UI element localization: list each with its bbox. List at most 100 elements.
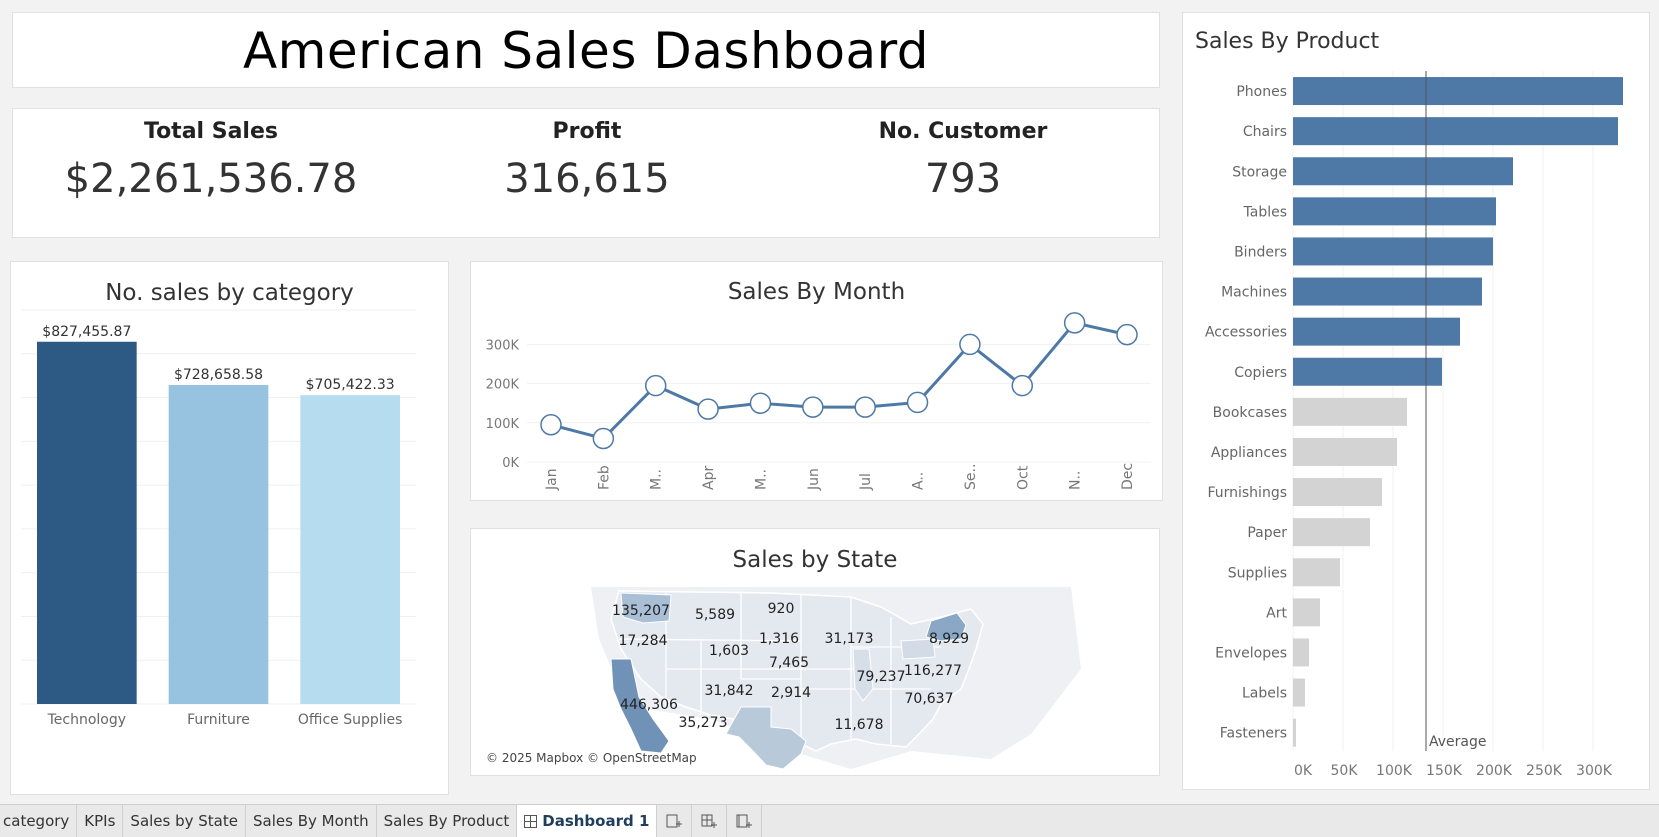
y-tick-label: 200K (486, 378, 520, 393)
state-value-label: 31,173 (825, 631, 874, 647)
product-bar[interactable] (1293, 237, 1493, 266)
product-bar[interactable] (1293, 518, 1370, 547)
state-value-label: 7,465 (769, 655, 809, 671)
month-point[interactable] (1011, 374, 1034, 397)
new-story-icon (736, 814, 753, 828)
tab-label: Sales by State (130, 812, 238, 830)
x-tick-label: 200K (1476, 763, 1513, 779)
category-chart[interactable]: $827,455.87 Technology $728,658.58 Furnitur… (11, 262, 448, 794)
state-value-label: 920 (768, 601, 795, 617)
tab-sales-by-state[interactable]: Sales by State (123, 805, 246, 837)
new-dashboard-button[interactable] (692, 805, 728, 837)
month-point[interactable] (749, 392, 772, 414)
product-bar[interactable] (1293, 678, 1305, 707)
month-point[interactable] (802, 396, 824, 418)
month-point[interactable] (906, 391, 929, 414)
tab-sales-by-product[interactable]: Sales By Product (377, 805, 518, 837)
product-bar[interactable] (1293, 478, 1382, 507)
product-chart-panel[interactable]: Sales By Product 0K 50K 100K 150K 200K 250K 30… (1182, 12, 1650, 790)
product-bar[interactable] (1293, 357, 1442, 386)
y-tick-label: 100K (486, 417, 520, 432)
tab-label: Sales By Product (383, 812, 510, 830)
state-map-panel[interactable]: Sales by State 135,207 5,589 920 17,284 1,60… (470, 528, 1160, 776)
month-point[interactable] (644, 374, 667, 397)
product-label: Fasteners (1220, 726, 1287, 742)
product-label: Chairs (1243, 124, 1287, 140)
month-tick-label: M.. (649, 469, 665, 490)
y-tick-label: 300K (486, 338, 520, 353)
product-label: Tables (1243, 204, 1288, 220)
month-chart[interactable]: 0K 100K 200K 300K Jan Feb M.. Apr M.. Jun Jul A.. Se… (471, 262, 1162, 500)
tab-kpis[interactable]: KPIs (77, 805, 124, 837)
product-chart[interactable]: 0K 50K 100K 150K 200K 250K 300K Phones Chairs Sto… (1183, 13, 1649, 789)
month-tick-label: A.. (911, 472, 927, 490)
kpi-label: Profit (552, 119, 622, 144)
product-bar[interactable] (1293, 157, 1513, 186)
state-value-label: 79,237 (857, 669, 906, 685)
product-bar[interactable] (1293, 638, 1309, 667)
product-label: Envelopes (1215, 645, 1287, 661)
x-tick-label: 300K (1576, 763, 1613, 779)
tab-label: category (3, 812, 70, 830)
product-label: Furnishings (1207, 485, 1287, 501)
product-bar[interactable] (1293, 77, 1623, 106)
product-label: Phones (1236, 84, 1287, 100)
product-label: Accessories (1205, 325, 1287, 341)
product-bar[interactable] (1293, 718, 1296, 747)
kpi-value: $2,261,536.78 (64, 156, 358, 202)
state-value-label: 35,273 (679, 715, 728, 731)
product-bar[interactable] (1293, 197, 1496, 226)
month-point[interactable] (854, 396, 876, 418)
month-chart-panel[interactable]: Sales By Month 0K 100K 200K 300K Jan Feb M.. Ap… (470, 261, 1163, 501)
product-bar[interactable] (1293, 317, 1460, 346)
month-tick-label: Jun (806, 468, 822, 491)
kpi-total-sales: Total Sales $2,261,536.78 (23, 109, 399, 202)
us-state-map[interactable]: 135,207 5,589 920 17,284 1,603 1,316 31,173 8,9… (471, 529, 1159, 775)
kpi-panel: Total Sales $2,261,536.78 Profit 316,615… (12, 108, 1160, 238)
category-bar[interactable] (37, 341, 137, 704)
category-chart-panel[interactable]: No. sales by category $827,455.87 Technol… (10, 261, 449, 795)
product-bar[interactable] (1293, 598, 1320, 627)
category-tick-label: Technology (47, 712, 126, 728)
category-bar[interactable] (168, 385, 269, 704)
tab-category[interactable]: category (0, 805, 78, 837)
product-label: Supplies (1228, 565, 1287, 581)
kpi-label: No. Customer (878, 119, 1048, 144)
bar-value-label: $728,658.58 (174, 367, 263, 383)
x-tick-label: 250K (1526, 763, 1563, 779)
product-bar[interactable] (1293, 437, 1397, 466)
new-story-button[interactable] (727, 805, 763, 837)
y-tick-label: 0K (502, 456, 519, 471)
new-worksheet-button[interactable] (657, 805, 693, 837)
month-tick-label: Feb (596, 465, 612, 490)
map-copyright: © 2025 Mapbox © OpenStreetMap (486, 751, 697, 765)
month-point[interactable] (697, 398, 719, 420)
tab-dashboard-1[interactable]: Dashboard 1 (517, 805, 658, 837)
bar-value-label: $705,422.33 (306, 377, 395, 393)
tab-sales-by-month[interactable]: Sales By Month (246, 805, 377, 837)
product-bar[interactable] (1293, 397, 1407, 426)
state-value-label: 8,929 (929, 631, 969, 647)
product-bar[interactable] (1293, 277, 1482, 306)
month-point[interactable] (1116, 323, 1138, 346)
state-value-label: 1,603 (709, 643, 749, 659)
month-tick-label: M.. (753, 469, 769, 490)
month-point[interactable] (1063, 312, 1086, 334)
state-value-label: 31,842 (705, 683, 754, 699)
x-tick-label: 50K (1331, 763, 1359, 779)
product-bar[interactable] (1293, 117, 1618, 146)
state-value-label: 5,589 (695, 607, 735, 623)
dashboard-title: American Sales Dashboard (242, 22, 930, 80)
product-bar[interactable] (1293, 558, 1340, 587)
state-value-label: 1,316 (759, 631, 799, 647)
x-tick-label: 150K (1426, 763, 1463, 779)
state-value-label: 11,678 (835, 717, 884, 733)
month-point[interactable] (540, 414, 562, 436)
month-point[interactable] (592, 427, 615, 450)
category-tick-label: Furniture (187, 712, 250, 728)
state-value-label: 70,637 (905, 691, 954, 707)
category-bar[interactable] (300, 395, 400, 704)
product-label: Storage (1232, 164, 1287, 180)
month-tick-label: Oct (1015, 465, 1031, 490)
month-point[interactable] (959, 333, 981, 356)
